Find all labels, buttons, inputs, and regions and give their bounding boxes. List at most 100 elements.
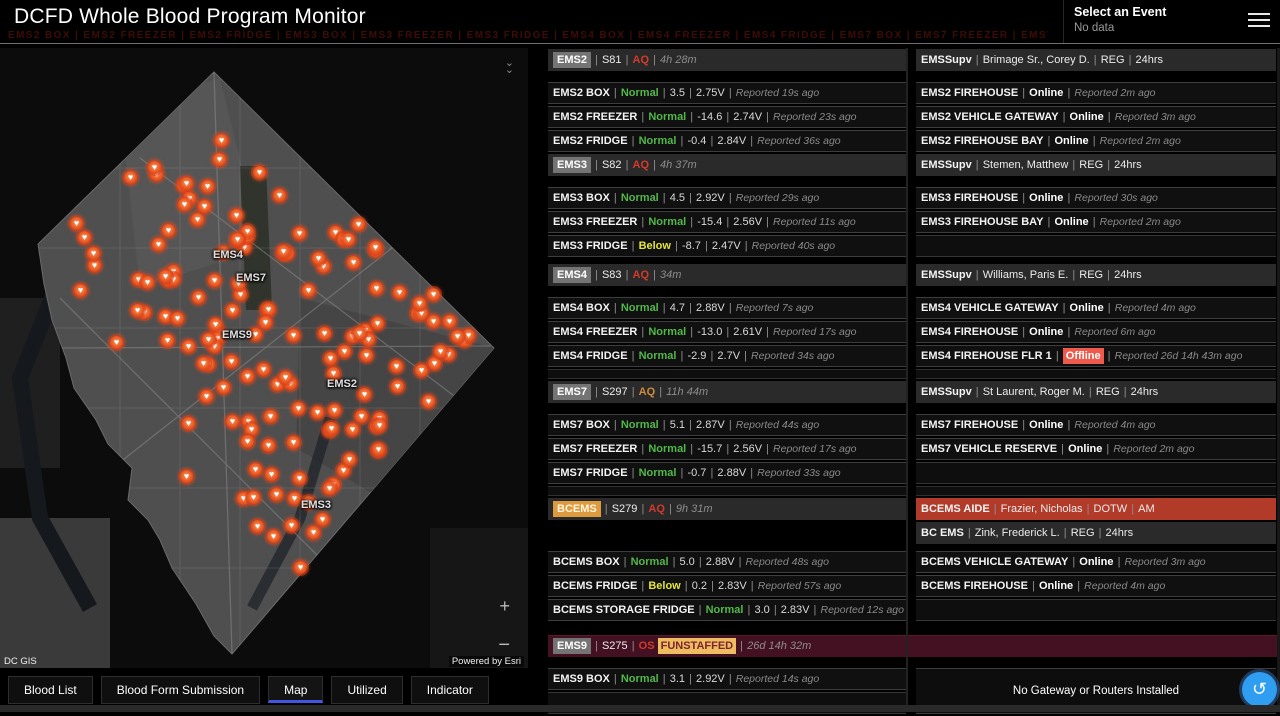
blood-heart-marker[interactable]: ♥: [171, 312, 184, 325]
table-row[interactable]: BCEMS | S279 | AQ | 9h 31m: [548, 498, 906, 520]
blood-heart-marker[interactable]: ♥: [434, 345, 447, 358]
blood-heart-marker[interactable]: ♥: [197, 357, 210, 370]
blood-heart-marker[interactable]: ♥: [347, 256, 360, 269]
blood-heart-marker[interactable]: ♥: [74, 284, 87, 297]
blood-heart-marker[interactable]: ♥: [422, 395, 435, 408]
blood-heart-marker[interactable]: ♥: [343, 453, 356, 466]
refresh-button[interactable]: ↺: [1242, 672, 1277, 707]
blood-heart-marker[interactable]: ♥: [217, 381, 230, 394]
blood-heart-marker[interactable]: ♥: [318, 327, 331, 340]
table-row[interactable]: EMS4 VEHICLE GATEWAY | Online | Reported…: [916, 297, 1276, 319]
blood-heart-marker[interactable]: ♥: [270, 488, 283, 501]
blood-heart-marker[interactable]: ♥: [325, 422, 338, 435]
blood-heart-marker[interactable]: ♥: [257, 363, 270, 376]
table-row[interactable]: EMS2 FREEZER | Normal | -14.6 | 2.74V | …: [548, 106, 906, 128]
blood-heart-marker[interactable]: ♥: [393, 286, 406, 299]
blood-heart-marker[interactable]: ♥: [192, 291, 205, 304]
table-row[interactable]: EMS3 BOX | Normal | 4.5 | 2.92V | Report…: [548, 187, 906, 209]
blood-heart-marker[interactable]: ♥: [264, 410, 277, 423]
blood-heart-marker[interactable]: ♥: [307, 526, 320, 539]
table-row[interactable]: EMS7 BOX | Normal | 5.1 | 2.87V | Report…: [548, 414, 906, 436]
table-row[interactable]: EMS7 VEHICLE RESERVE | Online | Reported…: [916, 438, 1276, 460]
blood-heart-marker[interactable]: ♥: [302, 284, 315, 297]
blood-heart-marker[interactable]: ♥: [292, 402, 305, 415]
blood-heart-marker[interactable]: ♥: [124, 171, 137, 184]
table-row[interactable]: EMS4 FIREHOUSE | Online | Reported 6m ag…: [916, 321, 1276, 343]
event-select[interactable]: Select an Event No data: [1063, 0, 1240, 43]
blood-heart-marker[interactable]: ♥: [262, 303, 275, 316]
table-row[interactable]: EMS4 FREEZER | Normal | -13.0 | 2.61V | …: [548, 321, 906, 343]
blood-heart-marker[interactable]: ♥: [178, 198, 191, 211]
blood-heart-marker[interactable]: ♥: [110, 336, 123, 349]
table-row[interactable]: EMS3 | S82 | AQ | 4h 37m: [548, 154, 906, 176]
blood-heart-marker[interactable]: ♥: [70, 217, 83, 230]
blood-heart-marker[interactable]: ♥: [231, 233, 244, 246]
blood-heart-marker[interactable]: ♥: [391, 380, 404, 393]
table-row[interactable]: EMS3 FIREHOUSE | Online | Reported 30s a…: [916, 187, 1276, 209]
blood-heart-marker[interactable]: ♥: [159, 270, 172, 283]
blood-heart-marker[interactable]: ♥: [191, 213, 204, 226]
blood-heart-marker[interactable]: ♥: [372, 443, 385, 456]
table-row[interactable]: EMS3 FRIDGE | Below | -8.7 | 2.47V | Rep…: [548, 235, 906, 257]
blood-heart-marker[interactable]: ♥: [427, 315, 440, 328]
table-row[interactable]: BCEMS STORAGE FRIDGE | Normal | 3.0 | 2.…: [548, 599, 906, 621]
blood-heart-marker[interactable]: ♥: [390, 360, 403, 373]
blood-heart-marker[interactable]: ♥: [226, 415, 239, 428]
blood-heart-marker[interactable]: ♥: [287, 329, 300, 342]
table-row[interactable]: EMSSupv | St Laurent, Roger M. | REG | 2…: [916, 381, 1276, 403]
blood-heart-marker[interactable]: ♥: [253, 166, 266, 179]
blood-heart-marker[interactable]: ♥: [182, 417, 195, 430]
blood-heart-marker[interactable]: ♥: [427, 288, 440, 301]
blood-heart-marker[interactable]: ♥: [293, 227, 306, 240]
blood-heart-marker[interactable]: ♥: [226, 304, 239, 317]
blood-heart-marker[interactable]: ♥: [148, 161, 161, 174]
tab-utilized[interactable]: Utilized: [331, 676, 403, 704]
blood-heart-marker[interactable]: ♥: [428, 357, 441, 370]
blood-heart-marker[interactable]: ♥: [373, 419, 386, 432]
blood-heart-marker[interactable]: ♥: [328, 404, 341, 417]
table-row[interactable]: EMS2 FRIDGE | Normal | -0.4 | 2.84V | Re…: [548, 130, 906, 152]
blood-heart-marker[interactable]: ♥: [162, 224, 175, 237]
table-row[interactable]: BCEMS FRIDGE | Below | 0.2 | 2.83V | Rep…: [548, 575, 906, 597]
blood-heart-marker[interactable]: ♥: [360, 349, 373, 362]
blood-heart-marker[interactable]: ♥: [88, 259, 101, 272]
blood-heart-marker[interactable]: ♥: [443, 315, 456, 328]
blood-heart-marker[interactable]: ♥: [371, 317, 384, 330]
blood-heart-marker[interactable]: ♥: [312, 252, 325, 265]
blood-heart-marker[interactable]: ♥: [225, 355, 238, 368]
tab-blood-list[interactable]: Blood List: [8, 676, 93, 704]
blood-heart-marker[interactable]: ♥: [352, 218, 365, 231]
blood-heart-marker[interactable]: ♥: [213, 153, 226, 166]
blood-heart-marker[interactable]: ♥: [262, 439, 275, 452]
blood-heart-marker[interactable]: ♥: [294, 561, 307, 574]
table-row[interactable]: EMS4 FIREHOUSE FLR 1 | Offline | Reporte…: [916, 345, 1276, 367]
blood-heart-marker[interactable]: ♥: [355, 410, 368, 423]
table-row[interactable]: EMS4 FRIDGE | Normal | -2.9 | 2.7V | Rep…: [548, 345, 906, 367]
blood-heart-marker[interactable]: ♥: [249, 463, 262, 476]
table-row[interactable]: EMSSupv | Brimage Sr., Corey D. | REG | …: [916, 49, 1276, 71]
blood-heart-marker[interactable]: ♥: [324, 352, 337, 365]
blood-heart-marker[interactable]: ♥: [279, 371, 292, 384]
blood-heart-marker[interactable]: ♥: [161, 334, 174, 347]
blood-heart-marker[interactable]: ♥: [230, 209, 243, 222]
blood-heart-marker[interactable]: ♥: [267, 530, 280, 543]
table-row[interactable]: EMSSupv | Williams, Paris E. | REG | 24h…: [916, 264, 1276, 286]
table-row[interactable]: BCEMS VEHICLE GATEWAY | Online | Reporte…: [916, 551, 1276, 573]
blood-heart-marker[interactable]: ♥: [265, 468, 278, 481]
table-row[interactable]: EMS7 | S297 | AQ | 11h 44m: [548, 381, 906, 403]
table-row[interactable]: EMS3 FREEZER | Normal | -15.4 | 2.56V | …: [548, 211, 906, 233]
blood-heart-marker[interactable]: ♥: [293, 472, 306, 485]
blood-heart-marker[interactable]: ♥: [87, 247, 100, 260]
blood-heart-marker[interactable]: ♥: [451, 330, 464, 343]
blood-heart-marker[interactable]: ♥: [251, 520, 264, 533]
tab-indicator[interactable]: Indicator: [410, 676, 489, 704]
blood-heart-marker[interactable]: ♥: [241, 435, 254, 448]
tab-blood-form-submission[interactable]: Blood Form Submission: [100, 676, 261, 704]
blood-heart-marker[interactable]: ♥: [316, 513, 329, 526]
blood-heart-marker[interactable]: ♥: [259, 316, 272, 329]
blood-heart-marker[interactable]: ♥: [338, 345, 351, 358]
blood-heart-marker[interactable]: ♥: [234, 288, 247, 301]
blood-heart-marker[interactable]: ♥: [152, 238, 165, 251]
blood-heart-marker[interactable]: ♥: [182, 340, 195, 353]
blood-heart-marker[interactable]: ♥: [353, 327, 366, 340]
